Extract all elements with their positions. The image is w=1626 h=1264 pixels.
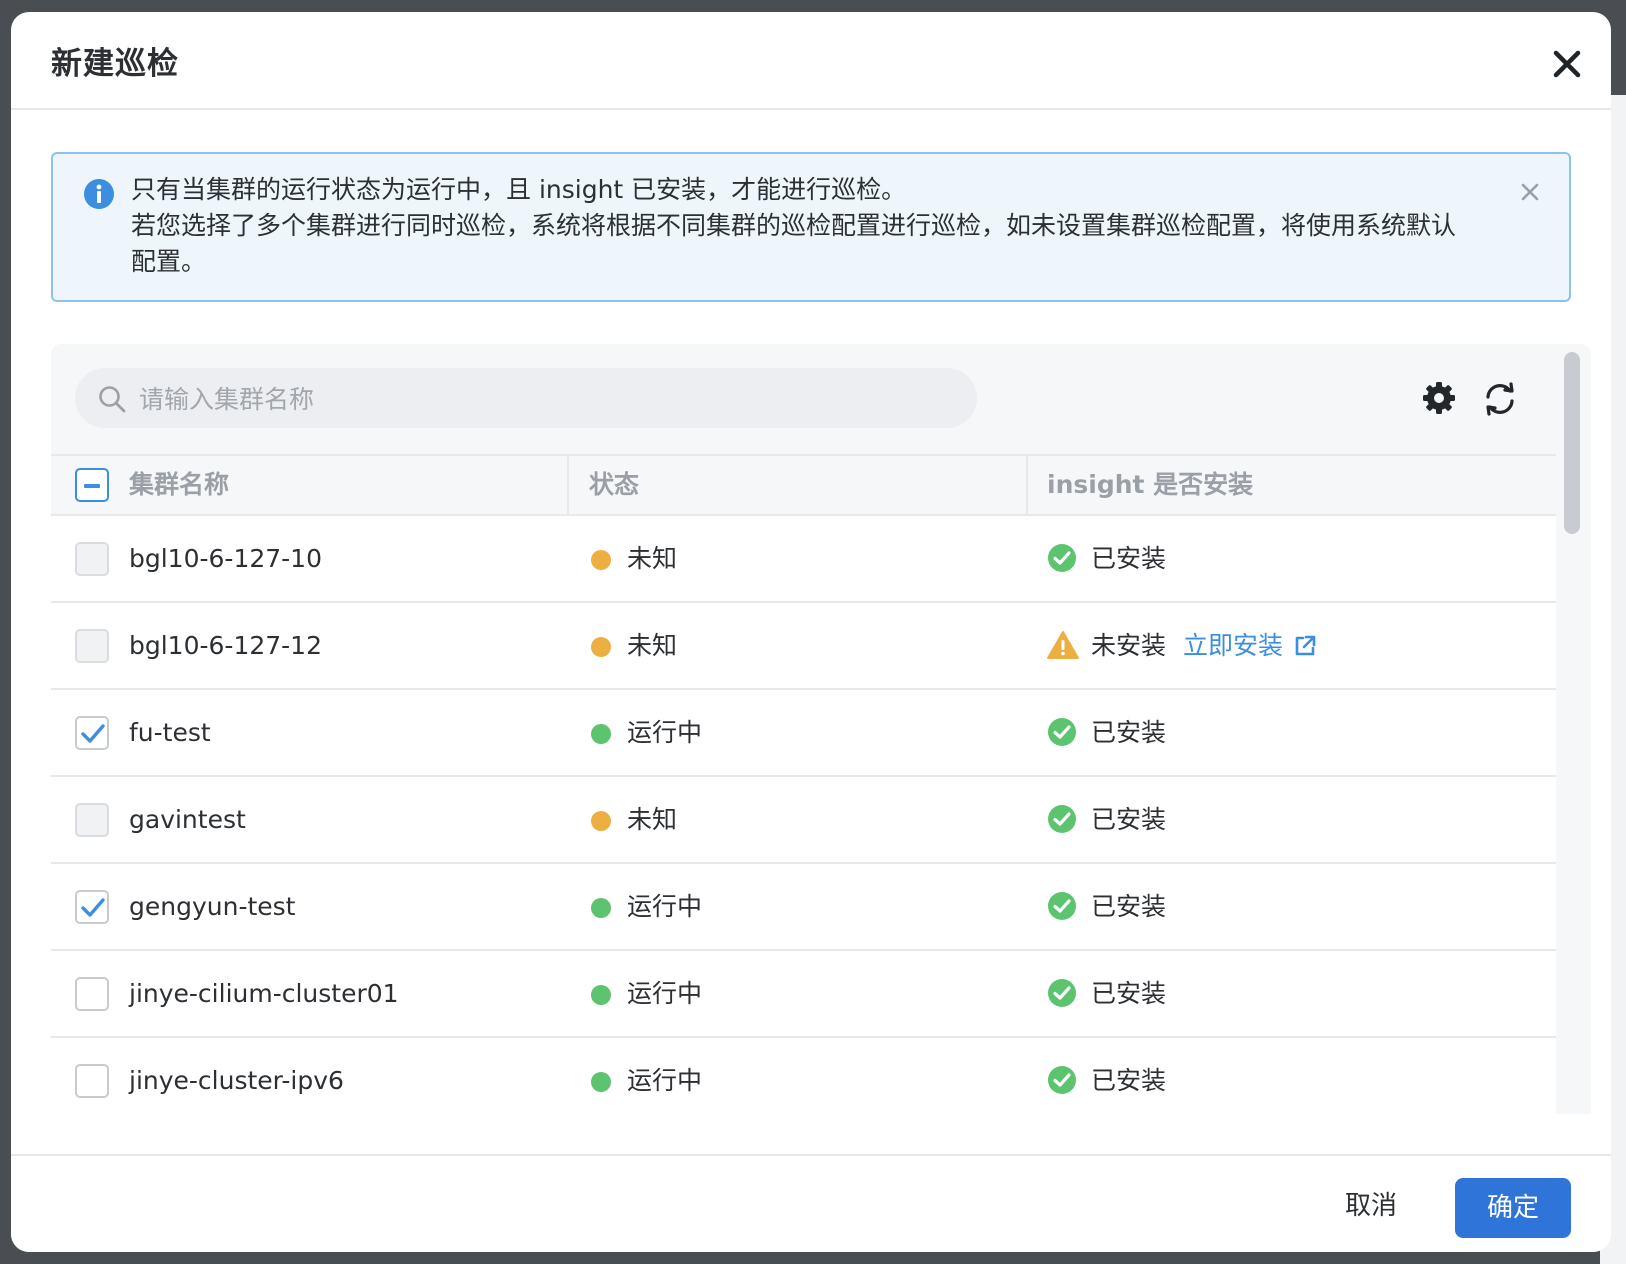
status-text: 未知 <box>627 631 678 660</box>
search-input[interactable] <box>137 368 961 430</box>
insight-status-text: 已安装 <box>1091 805 1167 834</box>
status-text: 未知 <box>627 805 678 834</box>
external-link-icon[interactable] <box>1293 634 1317 658</box>
insight-status-text: 已安装 <box>1091 718 1167 747</box>
status-text: 未知 <box>627 544 678 573</box>
info-icon <box>83 178 115 210</box>
column-divider <box>567 456 569 514</box>
select-all-checkbox[interactable] <box>75 468 109 502</box>
status-dot <box>591 1072 611 1092</box>
check-circle-icon <box>1047 804 1077 834</box>
table-row[interactable]: bgl10-6-127-10 未知 已安装 <box>51 516 1556 603</box>
confirm-button[interactable]: 确定 <box>1455 1178 1571 1238</box>
check-circle-icon <box>1047 543 1077 573</box>
alert-message: 只有当集群的运行状态为运行中，且 insight 已安装，才能进行巡检。 若您选… <box>131 172 1471 280</box>
row-checkbox <box>75 542 109 576</box>
insight-status-text: 已安装 <box>1091 979 1167 1008</box>
cancel-button[interactable]: 取消 <box>1321 1178 1421 1234</box>
insight-status-text: 已安装 <box>1091 544 1167 573</box>
info-alert: 只有当集群的运行状态为运行中，且 insight 已安装，才能进行巡检。 若您选… <box>51 152 1571 302</box>
status-text: 运行中 <box>627 718 703 747</box>
column-header-status[interactable]: 状态 <box>589 456 639 514</box>
table-header: 集群名称 状态 insight 是否安装 <box>51 454 1556 516</box>
dialog-footer: 取消 确定 <box>11 1154 1611 1252</box>
row-checkbox <box>75 803 109 837</box>
check-circle-icon <box>1047 891 1077 921</box>
status-text: 运行中 <box>627 979 703 1008</box>
refresh-icon[interactable] <box>1481 380 1519 418</box>
row-checkbox <box>75 629 109 663</box>
search-icon <box>97 384 127 414</box>
alert-close-icon[interactable] <box>1516 178 1544 206</box>
status-dot <box>591 985 611 1005</box>
status-dot <box>591 724 611 744</box>
table-row[interactable]: gengyun-test 运行中 已安装 <box>51 864 1556 951</box>
warning-icon <box>1047 630 1079 660</box>
dialog-header: 新建巡检 <box>11 12 1611 110</box>
insight-status-text: 已安装 <box>1091 1066 1167 1095</box>
table-row[interactable]: bgl10-6-127-12 未知 未安装 立即安装 <box>51 603 1556 690</box>
column-header-cluster-name[interactable]: 集群名称 <box>129 456 229 514</box>
row-checkbox[interactable] <box>75 890 109 924</box>
status-dot <box>591 898 611 918</box>
alert-line-2: 若您选择了多个集群进行同时巡检，系统将根据不同集群的巡检配置进行巡检，如未设置集… <box>131 211 1457 276</box>
table-row[interactable]: jinye-cluster-ipv6 运行中 已安装 <box>51 1038 1556 1114</box>
insight-status-text: 未安装 <box>1091 631 1167 660</box>
cluster-name: jinye-cilium-cluster01 <box>129 979 399 1008</box>
cluster-name: gengyun-test <box>129 892 296 921</box>
row-checkbox[interactable] <box>75 977 109 1011</box>
status-dot <box>591 811 611 831</box>
new-inspection-dialog: 新建巡检 只有当集群的运行状态为运行中，且 insight 已安装，才能进行巡检… <box>11 12 1611 1252</box>
cluster-name: bgl10-6-127-12 <box>129 631 322 660</box>
gear-icon[interactable] <box>1421 380 1457 416</box>
status-text: 运行中 <box>627 1066 703 1095</box>
scrollbar-thumb[interactable] <box>1564 352 1580 534</box>
column-divider <box>1026 456 1028 514</box>
cluster-name: bgl10-6-127-10 <box>129 544 322 573</box>
table-toolbar <box>51 344 1556 454</box>
status-text: 运行中 <box>627 892 703 921</box>
check-circle-icon <box>1047 717 1077 747</box>
dialog-title: 新建巡检 <box>51 46 179 82</box>
row-checkbox[interactable] <box>75 716 109 750</box>
search-box <box>75 368 977 430</box>
insight-status-text: 已安装 <box>1091 892 1167 921</box>
check-circle-icon <box>1047 978 1077 1008</box>
cluster-name: jinye-cluster-ipv6 <box>129 1066 344 1095</box>
close-icon[interactable] <box>1547 44 1587 84</box>
table-row[interactable]: fu-test 运行中 已安装 <box>51 690 1556 777</box>
table-row[interactable]: gavintest 未知 已安装 <box>51 777 1556 864</box>
row-checkbox[interactable] <box>75 1064 109 1098</box>
status-dot <box>591 550 611 570</box>
status-dot <box>591 637 611 657</box>
cluster-table-panel: 集群名称 状态 insight 是否安装 bgl10-6-127-10未知已安装… <box>51 344 1591 1114</box>
check-circle-icon <box>1047 1065 1077 1095</box>
cluster-name: gavintest <box>129 805 246 834</box>
table-row[interactable]: jinye-cilium-cluster01 运行中 已安装 <box>51 951 1556 1038</box>
column-header-insight[interactable]: insight 是否安装 <box>1047 456 1253 514</box>
install-now-link[interactable]: 立即安装 <box>1183 629 1283 663</box>
alert-line-1: 只有当集群的运行状态为运行中，且 insight 已安装，才能进行巡检。 <box>131 175 907 204</box>
cluster-name: fu-test <box>129 718 211 747</box>
